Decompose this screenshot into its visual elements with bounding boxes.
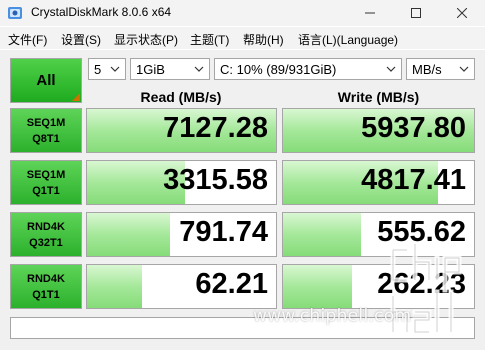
- write-result-cell: 4817.41: [282, 160, 475, 205]
- unit-select[interactable]: MB/s: [406, 58, 475, 80]
- test-params: Q8T1: [32, 132, 60, 145]
- test-count-value: 5: [94, 62, 102, 77]
- read-result-cell: 62.21: [86, 264, 277, 309]
- menu-help[interactable]: 帮助(H): [243, 31, 284, 48]
- write-value: 4817.41: [361, 164, 466, 196]
- chevron-down-icon: [194, 66, 204, 72]
- crystaldiskmark-icon: [8, 7, 22, 19]
- window-title: CrystalDiskMark 8.0.6 x64: [31, 5, 172, 19]
- watermark-text: www.chiphell.com: [253, 306, 412, 326]
- corner-marker: [72, 93, 80, 101]
- menu-language[interactable]: 语言(L)(Language): [298, 31, 398, 48]
- write-header: Write (MB/s): [337, 89, 420, 105]
- all-button-label: All: [36, 72, 56, 89]
- read-result-cell: 7127.28: [86, 108, 277, 153]
- drive-value: C: 10% (89/931GiB): [220, 62, 337, 77]
- menu-settings[interactable]: 设置(S): [61, 31, 101, 48]
- close-button[interactable]: [439, 0, 485, 26]
- maximize-icon: [411, 8, 421, 18]
- test-name: SEQ1M: [26, 168, 66, 181]
- menu-bar: 文件(F) 设置(S) 显示状态(P) 主题(T) 帮助(H) 语言(L)(La…: [0, 27, 485, 49]
- menu-file[interactable]: 文件(F): [8, 31, 47, 48]
- minimize-icon: [365, 12, 375, 14]
- read-bar: [87, 213, 171, 256]
- write-bar: [283, 213, 362, 256]
- read-value: 7127.28: [163, 112, 268, 144]
- title-bar: CrystalDiskMark 8.0.6 x64: [0, 0, 485, 26]
- test-button-rnd4k-q1t1[interactable]: RND4K Q1T1: [10, 264, 82, 309]
- minimize-button[interactable]: [347, 0, 393, 26]
- test-params: Q1T1: [32, 184, 60, 197]
- test-button-rnd4k-q32t1[interactable]: RND4K Q32T1: [10, 212, 82, 257]
- test-name: RND4K: [27, 272, 65, 285]
- test-name: SEQ1M: [26, 116, 66, 129]
- write-result-cell: 5937.80: [282, 108, 475, 153]
- test-params: Q32T1: [29, 236, 63, 249]
- test-count-select[interactable]: 5: [88, 58, 126, 80]
- test-button-seq1m-q1t1[interactable]: SEQ1M Q1T1: [10, 160, 82, 205]
- menu-profile[interactable]: 显示状态(P): [114, 31, 178, 48]
- write-bar: [283, 265, 352, 308]
- close-icon: [457, 8, 467, 18]
- chevron-down-icon: [459, 66, 469, 72]
- drive-select[interactable]: C: 10% (89/931GiB): [214, 58, 402, 80]
- maximize-button[interactable]: [393, 0, 439, 26]
- test-size-value: 1GiB: [136, 62, 165, 77]
- test-size-select[interactable]: 1GiB: [130, 58, 210, 80]
- read-value: 62.21: [195, 268, 268, 300]
- unit-value: MB/s: [412, 62, 442, 77]
- menu-theme[interactable]: 主题(T): [190, 31, 229, 48]
- read-result-cell: 791.74: [86, 212, 277, 257]
- read-header: Read (MB/s): [140, 89, 222, 105]
- read-value: 791.74: [179, 216, 268, 248]
- test-params: Q1T1: [32, 288, 60, 301]
- chevron-down-icon: [110, 66, 120, 72]
- test-button-seq1m-q8t1[interactable]: SEQ1M Q8T1: [10, 108, 82, 153]
- write-value: 5937.80: [361, 112, 466, 144]
- all-button[interactable]: All: [10, 58, 82, 103]
- read-result-cell: 3315.58: [86, 160, 277, 205]
- chevron-down-icon: [386, 66, 396, 72]
- read-value: 3315.58: [163, 164, 268, 196]
- test-name: RND4K: [27, 220, 65, 233]
- read-bar: [87, 265, 142, 308]
